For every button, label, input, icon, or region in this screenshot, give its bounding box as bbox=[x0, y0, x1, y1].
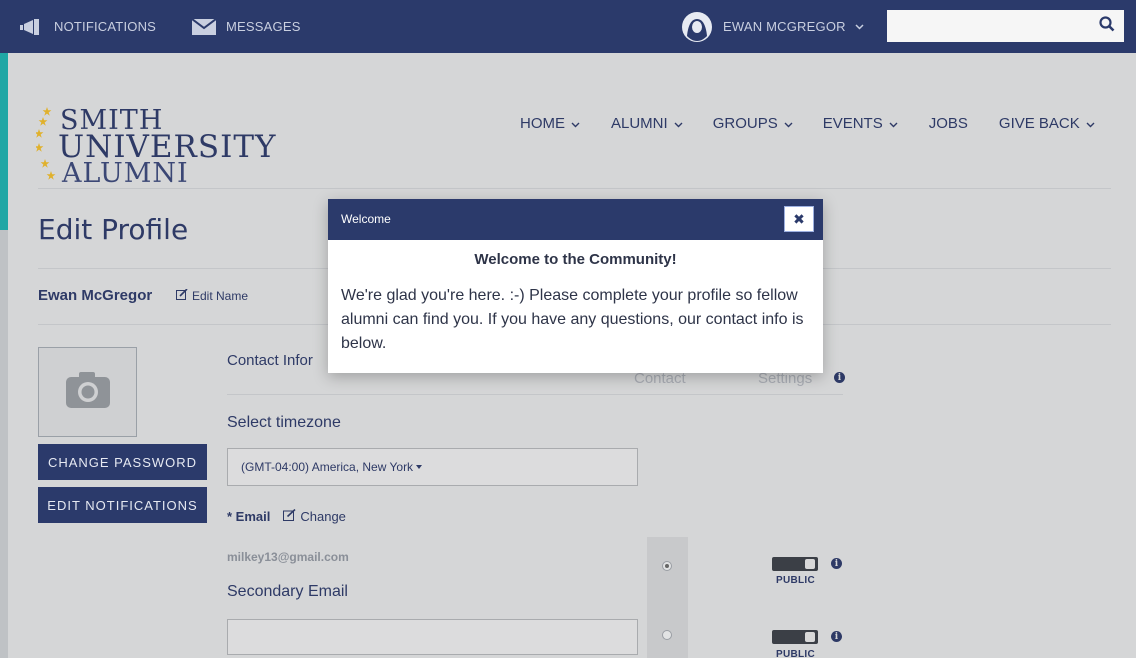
email-visibility-info-icon[interactable]: i bbox=[831, 558, 842, 569]
welcome-modal: Welcome ✖ Welcome to the Community! We'r… bbox=[328, 199, 823, 373]
email-label-row: * Email Change bbox=[227, 508, 346, 524]
nav-give-back-label: GIVE BACK bbox=[998, 115, 1080, 132]
profile-photo-upload[interactable] bbox=[38, 347, 137, 437]
timezone-select[interactable]: (GMT-04:00) America, New York bbox=[227, 448, 638, 486]
caret-down-icon bbox=[416, 465, 423, 469]
secondary-public-label: PUBLIC bbox=[776, 649, 816, 658]
nav-groups[interactable]: GROUPS bbox=[713, 115, 793, 132]
header-divider bbox=[38, 188, 1111, 189]
page-title: Edit Profile bbox=[38, 213, 189, 246]
envelope-icon bbox=[192, 18, 216, 35]
edit-name-label: Edit Name bbox=[192, 289, 249, 303]
secondary-email-visibility-toggle[interactable] bbox=[772, 630, 818, 644]
change-email-link[interactable]: Change bbox=[283, 508, 346, 524]
edit-name-link[interactable]: Edit Name bbox=[176, 288, 249, 303]
nav-give-back[interactable]: GIVE BACK bbox=[999, 115, 1095, 132]
left-gutter bbox=[0, 230, 8, 658]
email-value: milkey13@gmail.com bbox=[227, 550, 349, 564]
avatar-icon bbox=[681, 11, 713, 43]
secondary-visibility-info-icon[interactable]: i bbox=[831, 631, 842, 642]
email-visibility-toggle[interactable] bbox=[772, 557, 818, 571]
logo-line-3: ALUMNI bbox=[62, 158, 189, 189]
nav-home-label: HOME bbox=[520, 115, 565, 132]
tabs-divider bbox=[227, 394, 843, 395]
messages-label: MESSAGES bbox=[226, 19, 301, 34]
chevron-down-icon bbox=[674, 115, 683, 132]
change-password-button[interactable]: CHANGE PASSWORD bbox=[38, 444, 207, 480]
email-public-label: PUBLIC bbox=[776, 575, 816, 586]
edit-notifications-button[interactable]: EDIT NOTIFICATIONS bbox=[38, 487, 207, 523]
modal-title: Welcome bbox=[341, 212, 391, 226]
secondary-email-label: Secondary Email bbox=[227, 583, 348, 600]
nav-events-label: EVENTS bbox=[822, 115, 883, 132]
contact-info-label: Contact Infor bbox=[227, 352, 313, 369]
nav-alumni[interactable]: ALUMNI bbox=[611, 115, 683, 132]
camera-icon bbox=[65, 371, 111, 414]
top-bar: NOTIFICATIONS MESSAGES EWAN MCGREGOR bbox=[0, 0, 1136, 53]
nav-alumni-label: ALUMNI bbox=[611, 115, 668, 132]
change-email-label: Change bbox=[300, 509, 346, 524]
search-input[interactable] bbox=[887, 10, 1124, 42]
search-button[interactable] bbox=[1094, 12, 1120, 40]
notifications-link[interactable]: NOTIFICATIONS bbox=[20, 0, 156, 53]
nav-groups-label: GROUPS bbox=[712, 115, 778, 132]
user-menu[interactable]: EWAN MCGREGOR bbox=[681, 0, 864, 53]
close-icon: ✖ bbox=[793, 210, 805, 227]
primary-email-radio[interactable] bbox=[662, 561, 672, 571]
settings-info-icon[interactable]: i bbox=[834, 372, 845, 383]
nav-home[interactable]: HOME bbox=[520, 115, 580, 132]
modal-header: Welcome ✖ bbox=[328, 199, 823, 240]
nav-jobs-label: JOBS bbox=[928, 115, 968, 132]
email-label: * Email bbox=[227, 509, 271, 524]
chevron-down-icon bbox=[571, 115, 580, 132]
edit-icon bbox=[283, 508, 296, 524]
chevron-down-icon bbox=[855, 23, 864, 30]
secondary-email-input[interactable] bbox=[227, 619, 638, 655]
secondary-email-radio[interactable] bbox=[662, 630, 672, 640]
chevron-down-icon bbox=[784, 115, 793, 132]
notifications-label: NOTIFICATIONS bbox=[54, 19, 157, 34]
close-button[interactable]: ✖ bbox=[784, 206, 814, 232]
nav-events[interactable]: EVENTS bbox=[823, 115, 898, 132]
modal-heading: Welcome to the Community! bbox=[474, 251, 677, 268]
select-timezone-label: Select timezone bbox=[227, 414, 341, 431]
profile-name: Ewan McGregor bbox=[38, 287, 153, 304]
nav-jobs[interactable]: JOBS bbox=[929, 115, 968, 132]
chevron-down-icon bbox=[889, 115, 898, 132]
modal-body-text: We're glad you're here. :-) Please compl… bbox=[341, 287, 804, 352]
chevron-down-icon bbox=[1086, 115, 1095, 132]
main-nav: HOME ALUMNI GROUPS EVENTS JOBS GIVE BACK bbox=[520, 115, 1095, 132]
edit-icon bbox=[176, 288, 188, 303]
user-name: EWAN MCGREGOR bbox=[723, 19, 846, 34]
messages-link[interactable]: MESSAGES bbox=[192, 0, 301, 53]
megaphone-icon bbox=[20, 18, 44, 35]
search-icon bbox=[1099, 15, 1115, 37]
timezone-value: (GMT-04:00) America, New York bbox=[241, 460, 414, 474]
